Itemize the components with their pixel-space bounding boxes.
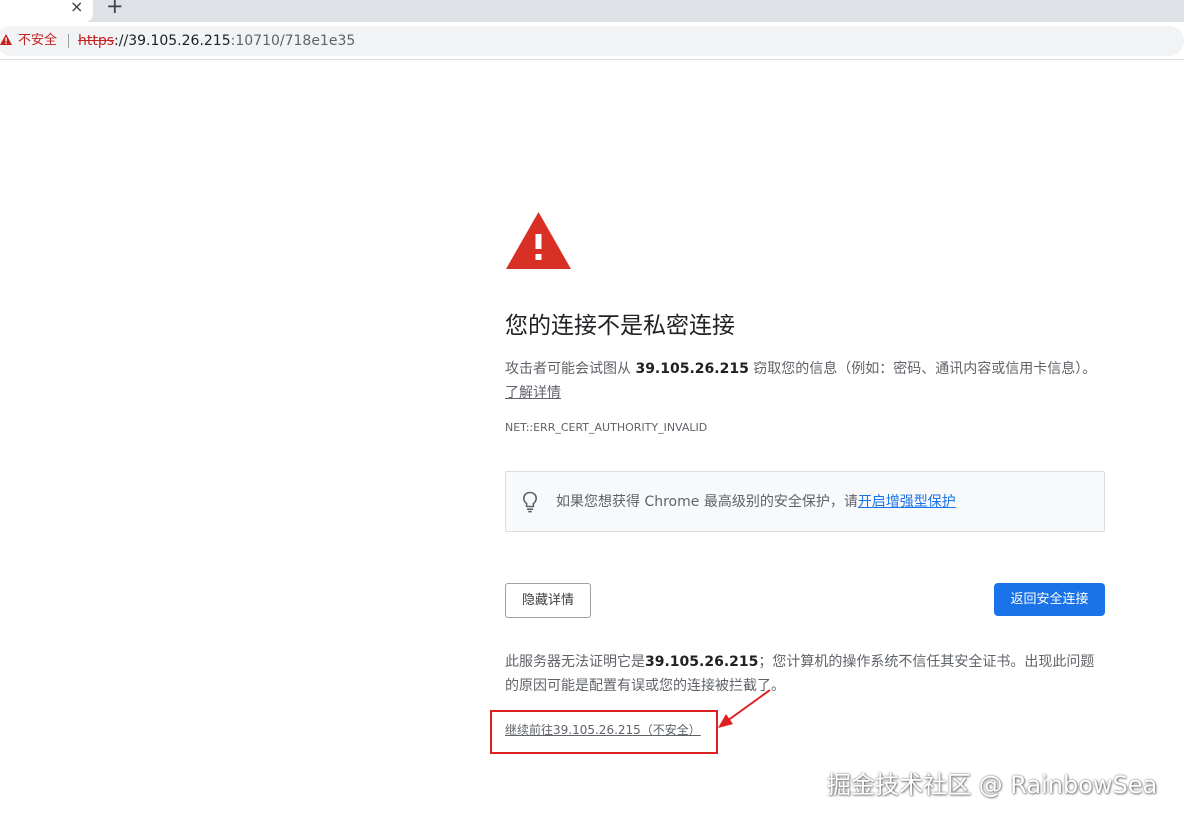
description-suffix: 窃取您的信息（例如：密码、通讯内容或信用卡信息）。 (748, 361, 1097, 377)
omnibox-divider (68, 34, 69, 48)
url-path: :10710/718e1e35 (230, 33, 356, 49)
warning-triangle-icon[interactable] (0, 34, 12, 45)
large-warning-triangle-icon (506, 212, 571, 269)
new-tab-button[interactable]: + (106, 0, 124, 17)
back-to-safety-button[interactable]: 返回安全连接 (994, 583, 1105, 616)
lightbulb-icon (522, 491, 538, 513)
details-host: 39.105.26.215 (645, 654, 759, 670)
details-text: 此服务器无法证明它是39.105.26.215；您计算机的操作系统不信任其安全证… (505, 650, 1105, 698)
url-text[interactable]: https://39.105.26.215:10710/718e1e35 (78, 32, 355, 50)
active-tab[interactable]: × (0, 0, 93, 22)
enhanced-protection-link[interactable]: 开启增强型保护 (858, 494, 956, 510)
description-prefix: 攻击者可能会试图从 (505, 361, 636, 377)
watermark-text: 掘金技术社区 @ RainbowSea (827, 771, 1158, 799)
annotation-arrow (718, 689, 771, 728)
security-status-label[interactable]: 不安全 (18, 33, 57, 49)
error-code: NET::ERR_CERT_AUTHORITY_INVALID (505, 421, 708, 434)
promo-text: 如果您想获得 Chrome 最高级别的安全保护，请开启增强型保护 (556, 492, 956, 512)
warning-description: 攻击者可能会试图从 39.105.26.215 窃取您的信息（例如：密码、通讯内… (505, 357, 1105, 405)
page-title: 您的连接不是私密连接 (505, 313, 735, 339)
details-prefix: 此服务器无法证明它是 (505, 654, 645, 670)
description-host: 39.105.26.215 (635, 361, 749, 377)
enhanced-protection-promo: 如果您想获得 Chrome 最高级别的安全保护，请开启增强型保护 (505, 471, 1105, 532)
tab-close-icon[interactable]: × (70, 0, 83, 17)
url-scheme: https (78, 33, 115, 49)
annotation-highlight-box (490, 710, 718, 754)
tab-strip: × + (0, 0, 1184, 22)
learn-more-link[interactable]: 了解详情 (505, 385, 561, 401)
browser-toolbar: 不安全 https://39.105.26.215:10710/718e1e35 (0, 22, 1184, 60)
hide-details-button[interactable]: 隐藏详情 (505, 583, 591, 618)
promo-text-body: 如果您想获得 Chrome 最高级别的安全保护，请 (556, 494, 858, 510)
url-host: ://39.105.26.215 (114, 33, 231, 49)
